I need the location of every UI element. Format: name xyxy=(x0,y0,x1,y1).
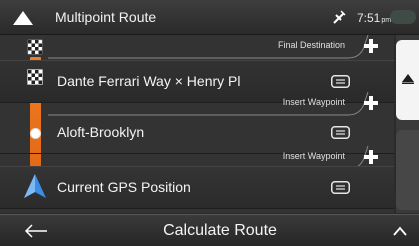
gps-satellite-icon xyxy=(333,10,346,24)
checkered-flag-icon xyxy=(27,69,43,85)
scroll-up-button[interactable] xyxy=(396,40,419,120)
gps-arrow-icon xyxy=(24,174,46,198)
clock: 7:51pm xyxy=(357,11,391,25)
page-title: Multipoint Route xyxy=(55,9,157,25)
plus-icon[interactable] xyxy=(363,95,379,111)
scroll-up-icon xyxy=(402,74,414,84)
scroll-panel xyxy=(396,35,419,213)
insert-final-destination-label: Final Destination xyxy=(277,40,345,50)
bottom-bar: Calculate Route xyxy=(0,214,419,246)
back-arrow-icon[interactable] xyxy=(24,223,48,239)
note-icon[interactable] xyxy=(331,75,350,88)
note-icon[interactable] xyxy=(331,181,350,194)
status-bar: Multipoint Route 7:51pm xyxy=(0,0,419,35)
plus-icon[interactable] xyxy=(363,149,379,165)
waypoint-label: Aloft-Brooklyn xyxy=(57,124,145,140)
calculate-route-button[interactable]: Calculate Route xyxy=(120,215,320,246)
scroll-down-button[interactable] xyxy=(396,130,419,210)
insert-final-destination-row[interactable]: Final Destination xyxy=(0,35,394,59)
start-position-label: Current GPS Position xyxy=(57,179,191,195)
waypoint-dot-icon xyxy=(30,128,41,139)
checkered-flag-icon xyxy=(27,39,43,55)
plus-icon[interactable] xyxy=(363,38,379,54)
start-position-row[interactable]: Current GPS Position xyxy=(0,166,394,209)
nav-triangle-icon[interactable] xyxy=(13,11,33,25)
expand-up-icon[interactable] xyxy=(392,225,408,237)
route-list: Final Destination Dante Ferrari Way × He… xyxy=(0,35,394,213)
note-icon[interactable] xyxy=(331,126,350,139)
insert-waypoint-label: Insert Waypoint xyxy=(282,97,345,107)
insert-waypoint-label: Insert Waypoint xyxy=(282,151,345,161)
status-indicator xyxy=(390,10,416,24)
clock-time: 7:51 xyxy=(357,11,381,25)
destination-label: Dante Ferrari Way × Henry Pl xyxy=(57,73,241,89)
